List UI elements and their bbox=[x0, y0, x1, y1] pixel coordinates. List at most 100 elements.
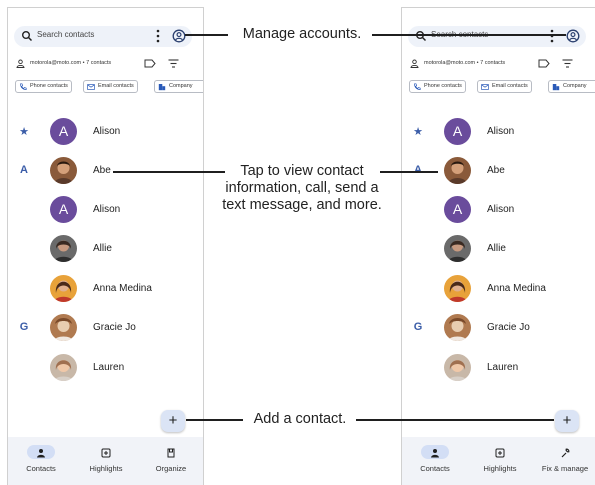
more-vert-icon[interactable] bbox=[156, 29, 160, 43]
contact-name: Gracie Jo bbox=[93, 322, 136, 333]
avatar: A bbox=[444, 196, 471, 223]
nav-organize[interactable]: Organize bbox=[138, 445, 203, 481]
email-icon bbox=[481, 84, 489, 90]
callout-line bbox=[186, 419, 243, 421]
list-item[interactable]: ★ A Alison bbox=[8, 117, 203, 147]
callout-line bbox=[356, 419, 554, 421]
account-email: motorola@moto.com • 7 contacts bbox=[424, 60, 506, 66]
avatar: A bbox=[444, 118, 471, 145]
list-item[interactable]: G Gracie Jo bbox=[402, 313, 595, 343]
contact-name: Gracie Jo bbox=[487, 322, 530, 333]
search-icon bbox=[416, 31, 427, 42]
phone-icon bbox=[20, 83, 27, 90]
list-item[interactable]: A Alison bbox=[402, 195, 595, 225]
more-vert-icon[interactable] bbox=[550, 29, 554, 43]
highlights-icon bbox=[92, 445, 120, 459]
callout-line bbox=[372, 34, 566, 36]
phone-icon bbox=[414, 83, 421, 90]
nav-highlights[interactable]: Highlights bbox=[467, 445, 533, 481]
chip-company[interactable]: Company bbox=[154, 80, 203, 93]
callout-manage-accounts: Manage accounts. bbox=[242, 26, 362, 42]
nav-highlights[interactable]: Highlights bbox=[73, 445, 139, 481]
email-icon bbox=[87, 84, 95, 90]
list-item[interactable]: ★ A Alison bbox=[402, 117, 595, 147]
account-row: motorola@moto.com • 7 contacts bbox=[16, 58, 196, 70]
section-favorites: ★ bbox=[413, 126, 423, 138]
contact-name: Alison bbox=[487, 204, 515, 215]
chip-phone-contacts[interactable]: Phone contacts bbox=[409, 80, 466, 93]
list-item[interactable]: Lauren bbox=[8, 353, 203, 383]
search-bar[interactable]: Search contacts bbox=[408, 26, 586, 47]
account-email: motorola@moto.com • 7 contacts bbox=[30, 60, 112, 66]
organize-icon bbox=[157, 445, 185, 459]
list-item[interactable]: Anna Medina bbox=[402, 274, 595, 304]
bottom-nav: Contacts Highlights Fix & manage bbox=[402, 437, 595, 485]
label-icon[interactable] bbox=[144, 59, 156, 68]
avatar bbox=[444, 354, 471, 381]
list-item[interactable]: Allie bbox=[8, 234, 203, 264]
avatar bbox=[50, 157, 77, 184]
search-input[interactable]: Search contacts bbox=[37, 30, 94, 39]
search-bar[interactable]: Search contacts bbox=[14, 26, 192, 47]
chip-phone-contacts[interactable]: Phone contacts bbox=[15, 80, 72, 93]
section-letter: G bbox=[19, 321, 29, 333]
contact-name: Abe bbox=[93, 165, 111, 176]
label-icon[interactable] bbox=[538, 59, 550, 68]
avatar bbox=[444, 157, 471, 184]
contact-name: Abe bbox=[487, 165, 505, 176]
list-item[interactable]: A Alison bbox=[8, 195, 203, 225]
phone-screen-left: Search contacts motorola@moto.com • 7 co… bbox=[7, 7, 204, 485]
contacts-icon bbox=[27, 445, 55, 459]
list-item[interactable]: G Gracie Jo bbox=[8, 313, 203, 343]
account-circle-icon[interactable] bbox=[172, 29, 186, 43]
contact-name: Alison bbox=[487, 126, 515, 137]
company-icon bbox=[552, 84, 560, 91]
wrench-icon bbox=[551, 445, 579, 459]
avatar: A bbox=[50, 196, 77, 223]
add-icon: + bbox=[168, 412, 178, 429]
chip-email-contacts[interactable]: Email contacts bbox=[477, 80, 532, 93]
avatar bbox=[50, 354, 77, 381]
person-icon bbox=[16, 59, 25, 68]
add-contact-button[interactable]: + bbox=[555, 410, 579, 432]
contact-name: Allie bbox=[487, 243, 506, 254]
chip-company[interactable]: Company bbox=[548, 80, 595, 93]
callout-add-contact: Add a contact. bbox=[253, 411, 347, 427]
avatar bbox=[444, 235, 471, 262]
section-letter: A bbox=[20, 164, 28, 176]
phone-screen-right: Search contacts motorola@moto.com • 7 co… bbox=[401, 7, 595, 485]
contact-name: Anna Medina bbox=[93, 283, 152, 294]
account-circle-icon[interactable] bbox=[566, 29, 580, 43]
contact-name: Alison bbox=[93, 126, 121, 137]
add-contact-button[interactable]: + bbox=[161, 410, 185, 432]
list-item[interactable]: Anna Medina bbox=[8, 274, 203, 304]
highlights-icon bbox=[486, 445, 514, 459]
avatar bbox=[444, 275, 471, 302]
callout-line bbox=[185, 34, 228, 36]
nav-fix-manage[interactable]: Fix & manage bbox=[532, 445, 595, 481]
avatar bbox=[444, 314, 471, 341]
avatar bbox=[50, 235, 77, 262]
contacts-icon bbox=[421, 445, 449, 459]
add-icon: + bbox=[562, 412, 572, 429]
nav-contacts[interactable]: Contacts bbox=[8, 445, 74, 481]
filter-icon[interactable] bbox=[168, 59, 179, 68]
section-letter: G bbox=[413, 321, 423, 333]
contact-name: Anna Medina bbox=[487, 283, 546, 294]
contact-name: Lauren bbox=[93, 362, 125, 373]
list-item[interactable]: Allie bbox=[402, 234, 595, 264]
avatar bbox=[50, 275, 77, 302]
avatar: A bbox=[50, 118, 77, 145]
company-icon bbox=[158, 84, 166, 91]
person-icon bbox=[410, 59, 419, 68]
section-letter: A bbox=[414, 164, 422, 176]
avatar bbox=[50, 314, 77, 341]
contact-name: Alison bbox=[93, 204, 121, 215]
callout-tap-contact: Tap to view contact information, call, s… bbox=[222, 163, 382, 213]
nav-contacts[interactable]: Contacts bbox=[402, 445, 468, 481]
section-favorites: ★ bbox=[19, 126, 29, 138]
list-item[interactable]: Lauren bbox=[402, 353, 595, 383]
contact-name: Lauren bbox=[487, 362, 519, 373]
filter-icon[interactable] bbox=[562, 59, 573, 68]
chip-email-contacts[interactable]: Email contacts bbox=[83, 80, 138, 93]
